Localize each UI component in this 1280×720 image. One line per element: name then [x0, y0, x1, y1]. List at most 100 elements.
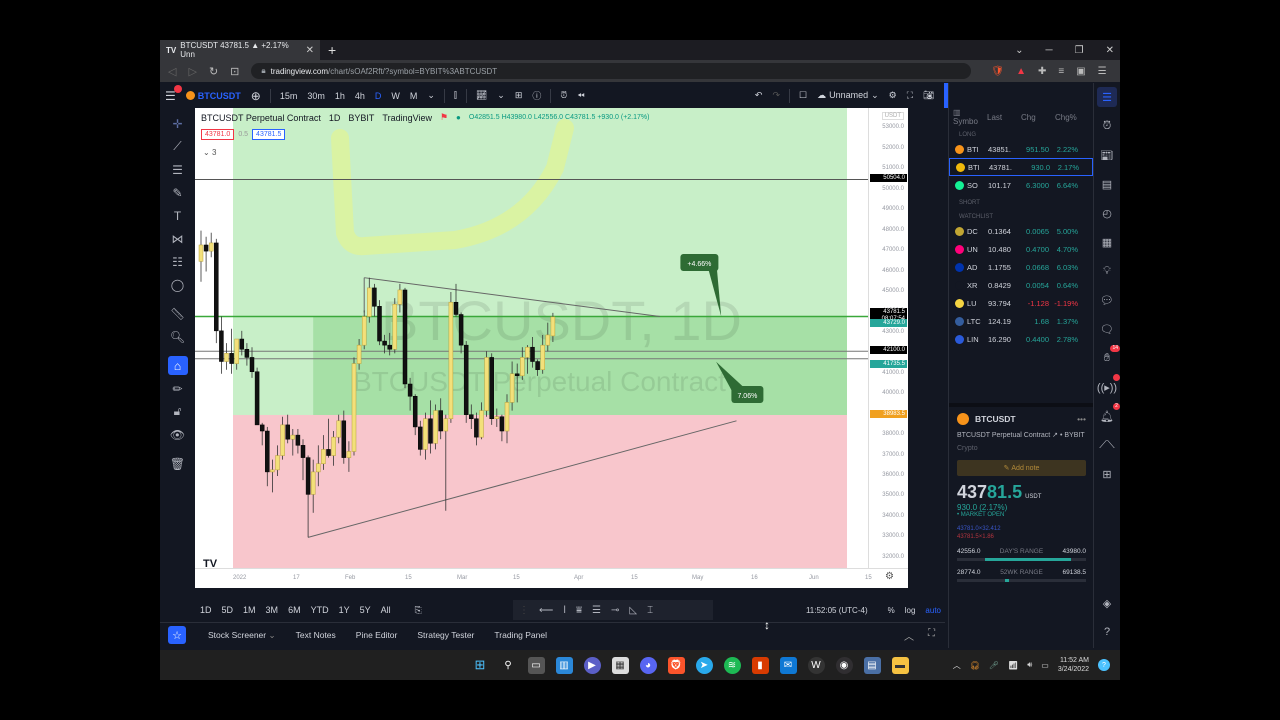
indicators-dropdown-icon[interactable]: ⌄	[492, 90, 510, 101]
clock[interactable]: 11:52 AM 3/24/2022	[1058, 656, 1089, 674]
crosshair-icon[interactable]: ✛	[168, 114, 188, 133]
range-1y[interactable]: 1Y	[334, 605, 355, 615]
sell-price-button[interactable]: 43781.0	[201, 129, 235, 140]
chats-icon[interactable]: 💬︎	[1097, 290, 1117, 310]
percent-scale-toggle[interactable]: %	[888, 606, 895, 615]
trading-icon[interactable]: ⟋⟍	[1097, 435, 1117, 455]
interval-w[interactable]: W	[386, 91, 405, 101]
watchlist-row[interactable]: XR 0.8429 0.0054 0.64%	[949, 276, 1093, 294]
browser-tab[interactable]: TV BTCUSDT 43781.5 ▲ +2.17% Unn ✕	[160, 40, 320, 60]
search-icon[interactable]: ⚲	[500, 657, 517, 674]
compare-symbol-icon[interactable]: ⊕	[246, 89, 266, 103]
interval-15m[interactable]: 15m	[275, 91, 303, 101]
new-tab-button[interactable]: +	[328, 42, 336, 58]
watchlist-section-long[interactable]: LONG	[949, 126, 1093, 140]
ideas-stream-icon[interactable]: ✋︎ 14	[1097, 345, 1120, 368]
office-icon[interactable]: ▮	[751, 656, 769, 674]
layers-icon[interactable]: ◈	[1097, 593, 1117, 613]
magnet-icon[interactable]: ⌂	[167, 356, 188, 375]
details-description[interactable]: BTCUSDT Perpetual Contract ↗ • BYBIT	[957, 431, 1086, 441]
tab-text-notes[interactable]: Text Notes	[286, 630, 346, 640]
favorites-star-icon[interactable]: ☆	[168, 626, 186, 644]
watchlist-row[interactable]: LTC 124.19 1.68 1.37%	[949, 312, 1093, 330]
microphone-icon[interactable]: 🎤︎	[989, 661, 999, 670]
text-icon[interactable]: T	[168, 206, 188, 225]
maximize-panel-icon[interactable]: ⛶	[928, 628, 935, 643]
interval-dropdown-icon[interactable]: ⌄	[422, 90, 440, 101]
watchlist-row[interactable]: LIN 16.290 0.4400 2.78%	[949, 330, 1093, 348]
symbol-search-button[interactable]: BTCUSDT	[181, 91, 246, 101]
calculator-icon[interactable]: ▤	[863, 656, 881, 674]
watchlist-row[interactable]: BTI 43851. 951.50 2.22%	[949, 140, 1093, 158]
watchlist-section-short[interactable]: SHORT	[949, 194, 1093, 208]
notification-center-icon[interactable]: ?	[1098, 659, 1110, 671]
range-ytd[interactable]: YTD	[306, 605, 334, 615]
time-scale[interactable]: 2022 17 Feb 15 Mar 15 Apr 15 May 16 Jun 15	[195, 568, 908, 588]
tab-search-icon[interactable]: ⌄	[1015, 45, 1023, 56]
horizontal-line-icon[interactable]: ⊸	[611, 605, 619, 616]
alerts-icon[interactable]: ⏰︎	[1097, 116, 1117, 136]
range-6m[interactable]: 6M	[283, 605, 306, 615]
column-last[interactable]: Last	[987, 113, 1021, 122]
candle-style-icon[interactable]: ⫿	[449, 90, 462, 101]
volume-icon[interactable]: 🔊︎	[1027, 660, 1032, 670]
range-all[interactable]: All	[376, 605, 396, 615]
discord-icon[interactable]: ◕	[639, 656, 657, 674]
pattern-icon[interactable]: ⋈	[168, 229, 188, 248]
back-icon[interactable]: ◁	[168, 65, 176, 78]
unlock-icon[interactable]: 🔓︎	[168, 402, 188, 421]
interval-m[interactable]: M	[405, 91, 423, 101]
trash-icon[interactable]: 🗑︎	[168, 454, 188, 473]
news-icon[interactable]: 📰︎	[1097, 145, 1117, 165]
lock-drawings-icon[interactable]: ✏︎	[168, 379, 188, 398]
tab-trading-panel[interactable]: Trading Panel	[484, 630, 557, 640]
interval-4h[interactable]: 4h	[350, 91, 370, 101]
range-3m[interactable]: 3M	[261, 605, 284, 615]
help-icon[interactable]: ?	[1097, 622, 1117, 642]
wifi-icon[interactable]: 📶︎	[1008, 661, 1018, 670]
expand-panel-icon[interactable]: ︿	[904, 628, 914, 643]
redo-icon[interactable]: ↷	[767, 90, 785, 101]
watchlist-row[interactable]: AD 1.1755 0.0668 6.03%	[949, 258, 1093, 276]
save-layout-button[interactable]: ☁︎ Unnamed ⌄	[812, 90, 884, 101]
snapshot-icon[interactable]: 📷︎	[918, 90, 939, 101]
headset-icon[interactable]: 🎧︎	[970, 661, 980, 670]
long-position-icon[interactable]: ◺	[629, 605, 637, 616]
alert-icon[interactable]: ⏰︎	[555, 90, 572, 101]
price-scale[interactable]: USDT 53000.0 52000.0 51000.0 50000.0 49000.0…	[868, 108, 908, 568]
range-5d[interactable]: 5D	[217, 605, 239, 615]
clock-time[interactable]: 11:52:05 (UTC-4)	[806, 606, 868, 615]
spotify-icon[interactable]: ≋	[723, 656, 741, 674]
vertical-line-icon[interactable]: ǀ	[563, 605, 566, 616]
parallel-channel-icon[interactable]: ⩸	[576, 605, 582, 616]
windows-start-icon[interactable]: ⊞	[472, 657, 489, 674]
undo-icon[interactable]: ↶	[750, 90, 768, 101]
settings-icon[interactable]: ⚙︎	[884, 90, 902, 101]
playlist-icon[interactable]: ≡	[1058, 66, 1064, 77]
tab-pine-editor[interactable]: Pine Editor	[346, 630, 408, 640]
trend-line-icon[interactable]: ⟋	[168, 137, 188, 156]
data-window-icon[interactable]: ▤	[1097, 174, 1117, 194]
watchlist-row[interactable]: DC 0.1364 0.0065 5.00%	[949, 222, 1093, 240]
add-note-button[interactable]: ✎ Add note	[957, 460, 1086, 476]
browser-menu-icon[interactable]: ☰	[1098, 66, 1107, 77]
brush-icon[interactable]: ✎	[168, 183, 188, 202]
range-5y[interactable]: 5Y	[355, 605, 376, 615]
reload-icon[interactable]: ↻	[209, 65, 218, 78]
fib-retracement-icon[interactable]: ☰	[168, 160, 188, 179]
buy-price-button[interactable]: 43781.5	[252, 129, 286, 140]
column-symbol[interactable]: ▥ Symbo	[953, 108, 987, 126]
minimize-icon[interactable]: ─	[1046, 45, 1053, 56]
watchlist-row[interactable]: LU 93.794 -1.128 -1.19%	[949, 294, 1093, 312]
indicators-collapse-toggle[interactable]: ⌄ 3	[203, 148, 216, 157]
obs-icon[interactable]: ◉	[835, 656, 853, 674]
brave-shield-icon[interactable]: 🛡︎	[991, 66, 1004, 77]
chart-canvas[interactable]: BTCUSDT, 1D BTCUSDT Perpetual Contract +4.…	[195, 108, 908, 588]
wacom-app-icon[interactable]: W	[807, 656, 825, 674]
url-field[interactable]: 🔒︎ tradingview.com /chart/sOAf2Rft/?symb…	[251, 63, 972, 79]
more-options-icon[interactable]: •••	[1077, 414, 1086, 424]
battery-icon[interactable]: ▭	[1041, 661, 1049, 670]
teams-chat-icon[interactable]: ▶	[583, 656, 601, 674]
range-1m[interactable]: 1M	[238, 605, 261, 615]
ideas-icon[interactable]: 💡︎	[1097, 261, 1117, 281]
